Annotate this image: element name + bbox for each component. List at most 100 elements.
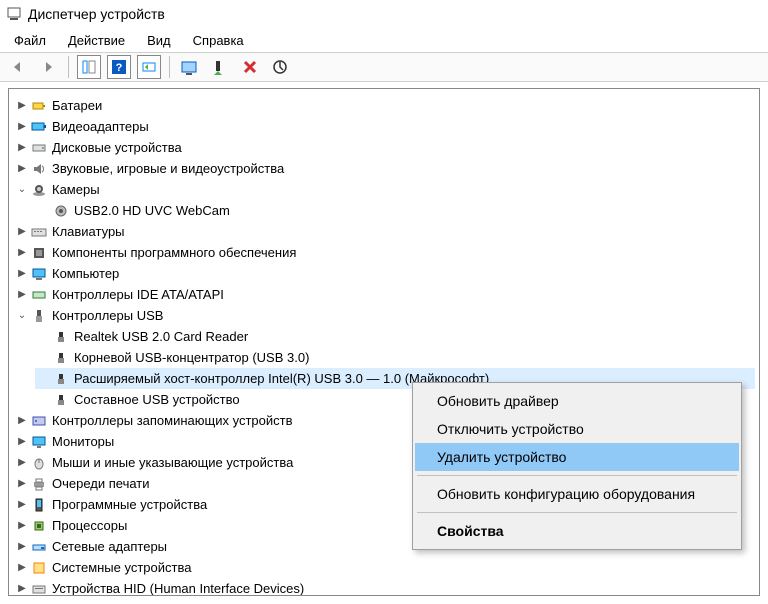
expander-icon-expanded[interactable]: ⌄ — [15, 309, 29, 323]
tree-label: Звуковые, игровые и видеоустройства — [52, 161, 284, 176]
tree-label: Компоненты программного обеспечения — [52, 245, 296, 260]
expander-icon[interactable]: ▶ — [15, 267, 29, 281]
menu-action[interactable]: Действие — [58, 31, 135, 50]
disk-icon — [31, 140, 47, 156]
tree-label: Контроллеры USB — [52, 308, 163, 323]
tree-row-camera-child[interactable]: USB2.0 HD UVC WebCam — [35, 200, 755, 221]
expander-icon[interactable]: ▶ — [15, 99, 29, 113]
tree-label: Устройства HID (Human Interface Devices) — [52, 581, 304, 596]
context-properties[interactable]: Свойства — [415, 517, 739, 545]
hid-icon — [31, 581, 47, 597]
tree-label: Очереди печати — [52, 476, 150, 491]
expander-icon[interactable]: ▶ — [15, 225, 29, 239]
usb-device-icon — [53, 392, 69, 408]
tree-label: Составное USB устройство — [74, 392, 240, 407]
expander-spacer — [37, 351, 51, 365]
tree-row-keyboards[interactable]: ▶ Клавиатуры — [13, 221, 755, 242]
tree-label: Видеоадаптеры — [52, 119, 149, 134]
scan-hardware-button[interactable] — [137, 55, 161, 79]
expander-spacer — [37, 372, 51, 386]
titlebar: Диспетчер устройств — [0, 0, 768, 28]
expander-icon[interactable]: ▶ — [15, 120, 29, 134]
menu-file[interactable]: Файл — [4, 31, 56, 50]
forward-button[interactable] — [36, 55, 60, 79]
expander-icon[interactable]: ▶ — [15, 561, 29, 575]
expander-icon[interactable]: ▶ — [15, 582, 29, 596]
menu-help[interactable]: Справка — [183, 31, 254, 50]
context-menu: Обновить драйвер Отключить устройство Уд… — [412, 382, 742, 550]
sound-icon — [31, 161, 47, 177]
computer-icon — [31, 266, 47, 282]
expander-icon[interactable]: ▶ — [15, 540, 29, 554]
tree-label: Контроллеры запоминающих устройств — [52, 413, 292, 428]
expander-icon[interactable]: ▶ — [15, 246, 29, 260]
context-scan[interactable]: Обновить конфигурацию оборудования — [415, 480, 739, 508]
system-icon — [31, 560, 47, 576]
back-button[interactable] — [6, 55, 30, 79]
context-separator — [417, 475, 737, 476]
expander-icon[interactable]: ▶ — [15, 162, 29, 176]
svg-text:?: ? — [116, 62, 123, 74]
camera-icon — [53, 203, 69, 219]
tree-label: Батареи — [52, 98, 102, 113]
context-update-driver[interactable]: Обновить драйвер — [415, 387, 739, 415]
context-uninstall[interactable]: Удалить устройство — [415, 443, 739, 471]
mouse-icon — [31, 455, 47, 471]
expander-icon-expanded[interactable]: ⌄ — [15, 183, 29, 197]
tree-row-sound[interactable]: ▶ Звуковые, игровые и видеоустройства — [13, 158, 755, 179]
toolbar-separator — [68, 56, 69, 78]
tree-label: Клавиатуры — [52, 224, 125, 239]
context-separator — [417, 512, 737, 513]
update-driver-button[interactable] — [178, 55, 202, 79]
uninstall-button[interactable] — [238, 55, 262, 79]
expander-icon[interactable]: ▶ — [15, 141, 29, 155]
properties-button[interactable] — [268, 55, 292, 79]
tree-row-ide[interactable]: ▶ Контроллеры IDE ATA/ATAPI — [13, 284, 755, 305]
tree-row-video-adapters[interactable]: ▶ Видеоадаптеры — [13, 116, 755, 137]
tree-row-usb[interactable]: ⌄ Контроллеры USB — [13, 305, 755, 326]
expander-icon[interactable]: ▶ — [15, 414, 29, 428]
expander-icon[interactable]: ▶ — [15, 435, 29, 449]
expander-spacer — [37, 204, 51, 218]
show-hide-tree-button[interactable] — [77, 55, 101, 79]
tree-label: Realtek USB 2.0 Card Reader — [74, 329, 248, 344]
toolbar: ? — [0, 52, 768, 82]
expander-icon[interactable]: ▶ — [15, 519, 29, 533]
network-icon — [31, 539, 47, 555]
tree-label: Программные устройства — [52, 497, 207, 512]
context-disable[interactable]: Отключить устройство — [415, 415, 739, 443]
expander-icon[interactable]: ▶ — [15, 288, 29, 302]
tree-label: Корневой USB-концентратор (USB 3.0) — [74, 350, 309, 365]
tree-label: Мыши и иные указывающие устройства — [52, 455, 293, 470]
cpu-icon — [31, 518, 47, 534]
tree-label: Сетевые адаптеры — [52, 539, 167, 554]
window-title: Диспетчер устройств — [28, 6, 165, 22]
tree-row-cameras[interactable]: ⌄ Камеры — [13, 179, 755, 200]
tree-row-usb-realtek[interactable]: Realtek USB 2.0 Card Reader — [35, 326, 755, 347]
storage-icon — [31, 413, 47, 429]
tree-label: Системные устройства — [52, 560, 191, 575]
component-icon — [31, 245, 47, 261]
app-icon — [6, 6, 22, 22]
usb-device-icon — [53, 371, 69, 387]
tree-row-usb-root-hub[interactable]: Корневой USB-концентратор (USB 3.0) — [35, 347, 755, 368]
expander-icon[interactable]: ▶ — [15, 477, 29, 491]
disable-button[interactable] — [208, 55, 232, 79]
tree-row-system-devices[interactable]: ▶ Системные устройства — [13, 557, 755, 578]
tree-row-software-components[interactable]: ▶ Компоненты программного обеспечения — [13, 242, 755, 263]
menu-view[interactable]: Вид — [137, 31, 181, 50]
tree-label: Мониторы — [52, 434, 114, 449]
tree-label: Камеры — [52, 182, 100, 197]
usb-icon — [31, 308, 47, 324]
expander-spacer — [37, 330, 51, 344]
toolbar-separator — [169, 56, 170, 78]
help-button[interactable]: ? — [107, 55, 131, 79]
usb-device-icon — [53, 329, 69, 345]
tree-row-hid[interactable]: ▶ Устройства HID (Human Interface Device… — [13, 578, 755, 596]
tree-row-computer[interactable]: ▶ Компьютер — [13, 263, 755, 284]
ide-icon — [31, 287, 47, 303]
tree-row-batteries[interactable]: ▶ Батареи — [13, 95, 755, 116]
expander-icon[interactable]: ▶ — [15, 456, 29, 470]
expander-icon[interactable]: ▶ — [15, 498, 29, 512]
tree-row-disk-drives[interactable]: ▶ Дисковые устройства — [13, 137, 755, 158]
